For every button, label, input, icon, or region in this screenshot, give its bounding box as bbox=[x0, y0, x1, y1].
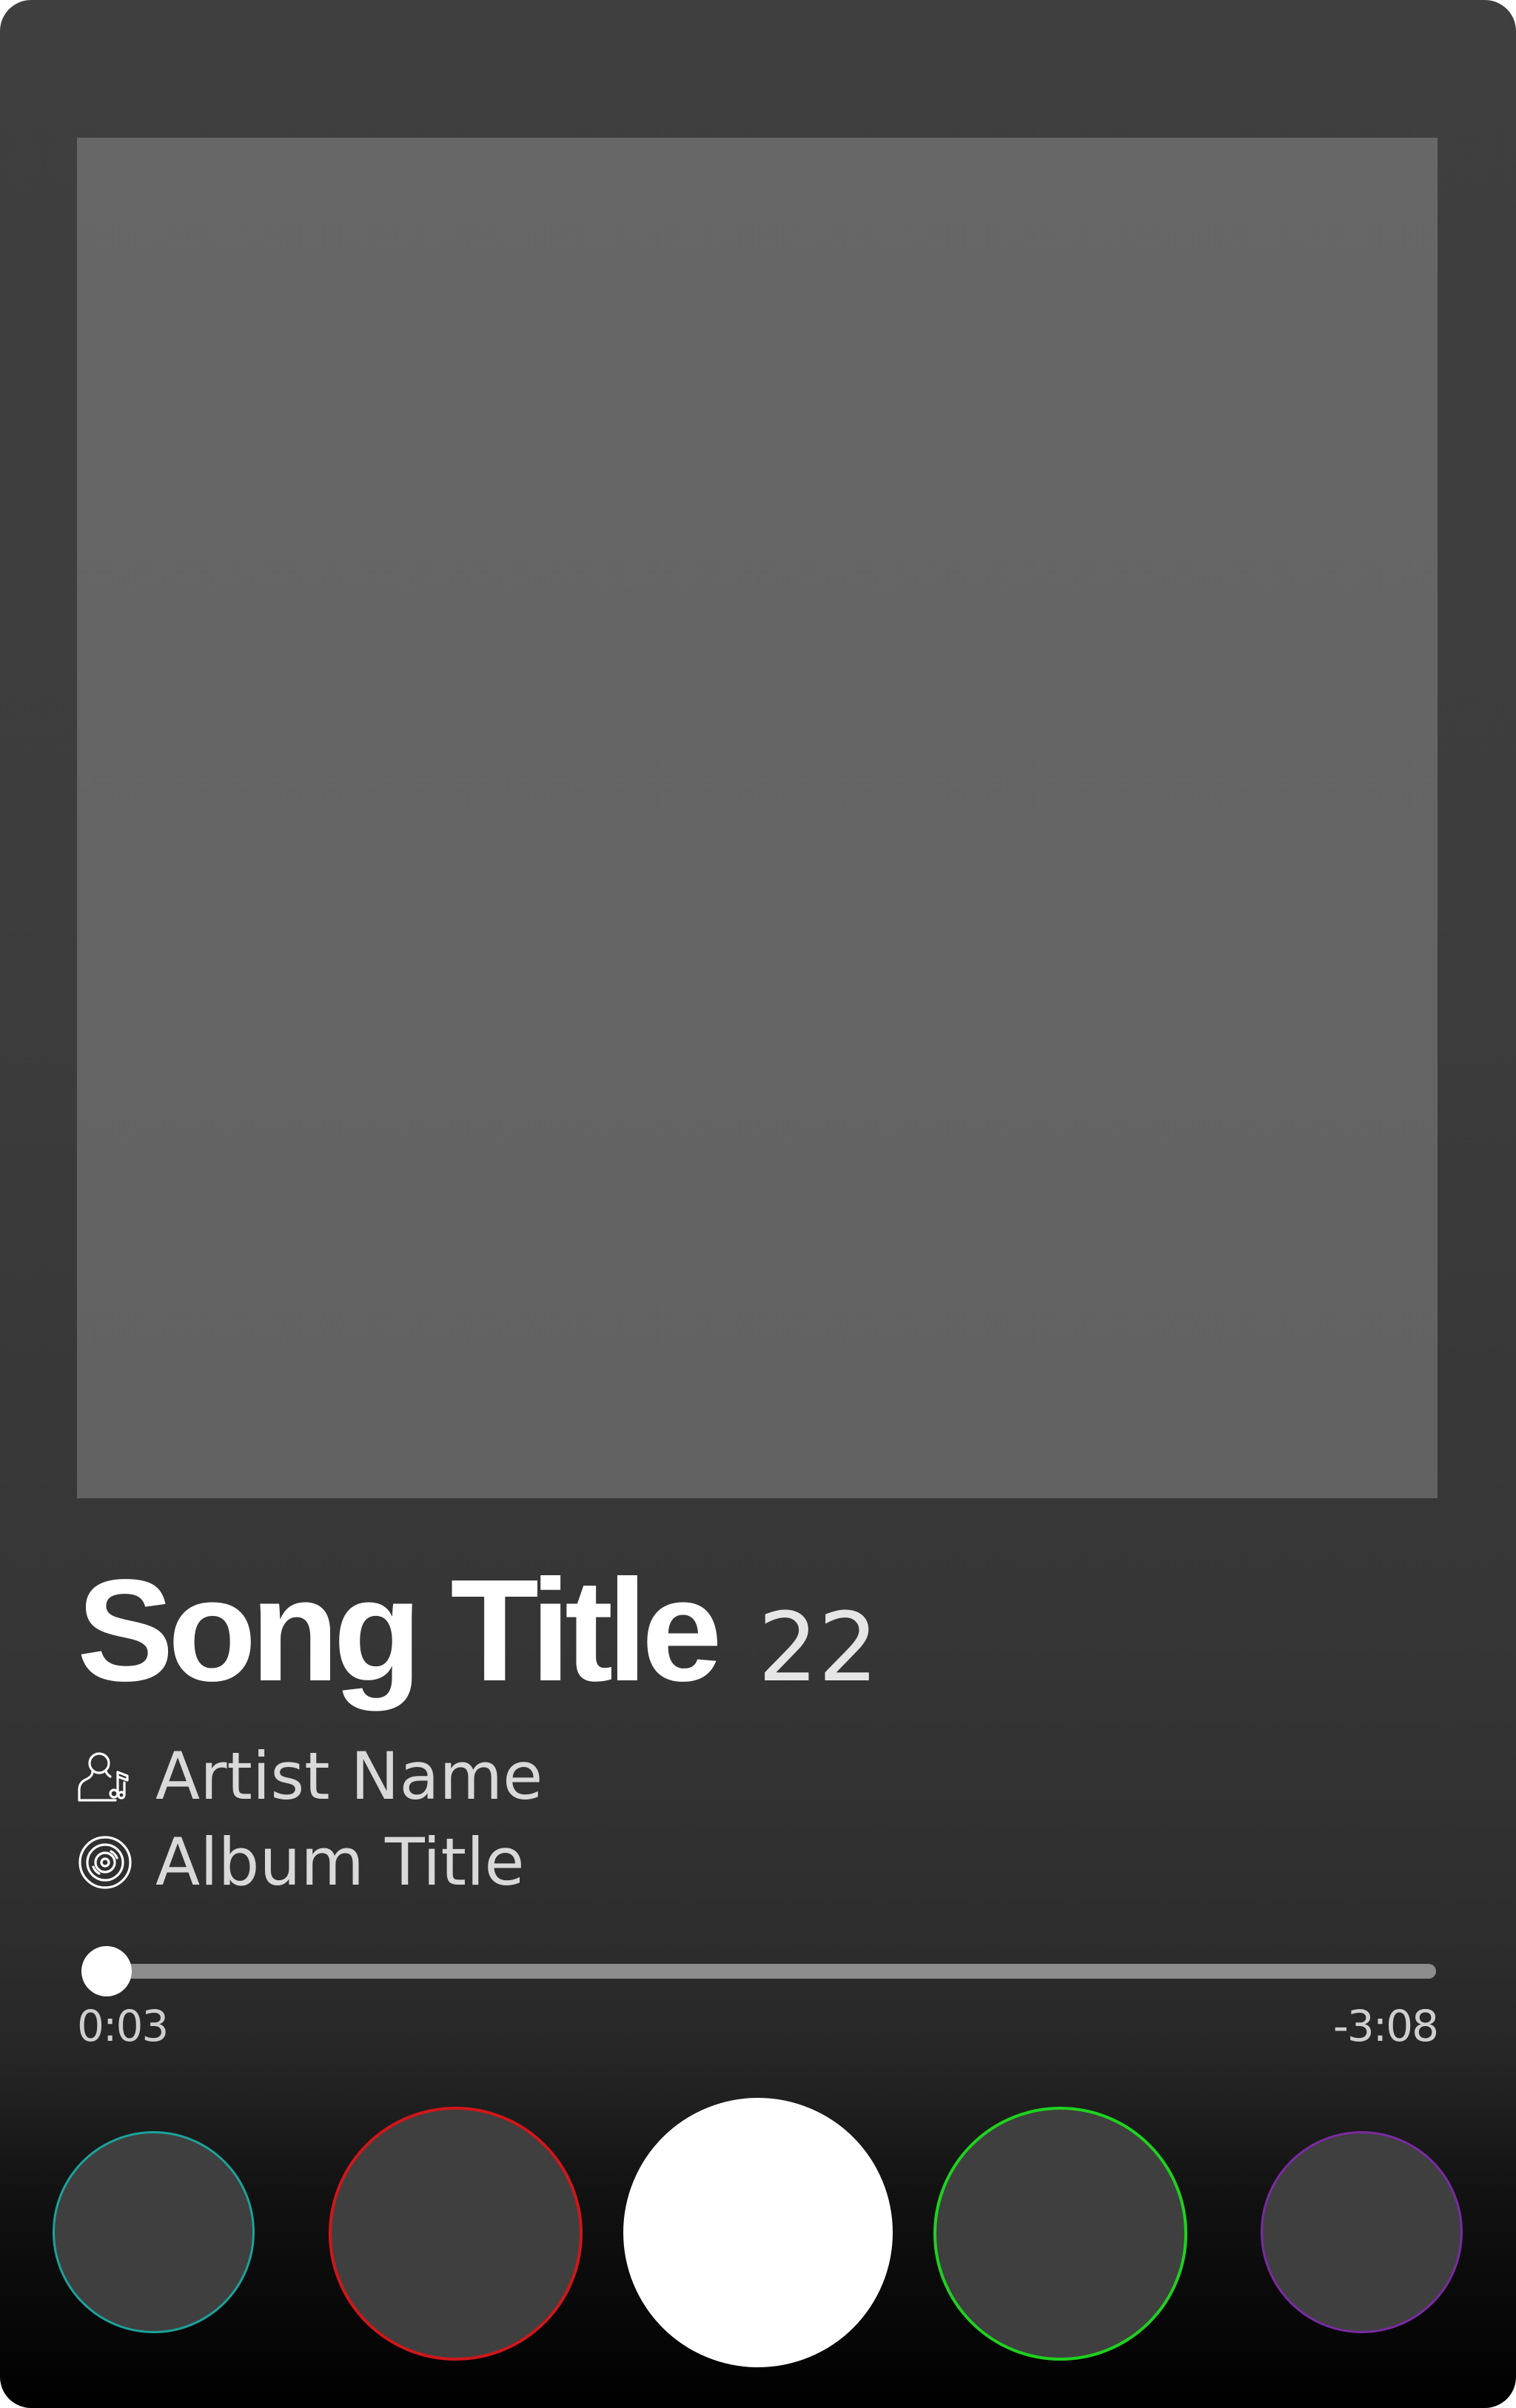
album-title: Album Title bbox=[155, 1824, 525, 1900]
artist-person-music-icon bbox=[77, 1748, 133, 1805]
control-circle-3[interactable] bbox=[623, 2098, 893, 2367]
album-artwork-placeholder bbox=[77, 138, 1438, 1498]
control-circle-4[interactable] bbox=[933, 2107, 1187, 2361]
progress-scrubber-knob[interactable] bbox=[81, 1946, 132, 1996]
control-circle-5[interactable] bbox=[1261, 2131, 1463, 2333]
remaining-time: -3:08 bbox=[1332, 2001, 1439, 2051]
album-row[interactable]: Album Title bbox=[77, 1825, 525, 1899]
song-title: Song Title bbox=[77, 1549, 722, 1711]
elapsed-time: 0:03 bbox=[77, 2001, 169, 2051]
control-circle-1[interactable] bbox=[53, 2131, 255, 2333]
control-circle-2[interactable] bbox=[329, 2107, 583, 2361]
progress-track[interactable] bbox=[81, 1964, 1436, 1979]
title-row: Song Title 22 bbox=[77, 1558, 879, 1706]
vinyl-disc-icon bbox=[77, 1834, 133, 1891]
artist-row[interactable]: Artist Name bbox=[77, 1740, 543, 1814]
now-playing-card: Song Title 22 Artist Name Album Title 0:… bbox=[0, 0, 1516, 2408]
artist-name: Artist Name bbox=[155, 1738, 543, 1814]
track-number: 22 bbox=[757, 1593, 879, 1703]
progress-bar[interactable] bbox=[81, 1946, 1436, 1996]
